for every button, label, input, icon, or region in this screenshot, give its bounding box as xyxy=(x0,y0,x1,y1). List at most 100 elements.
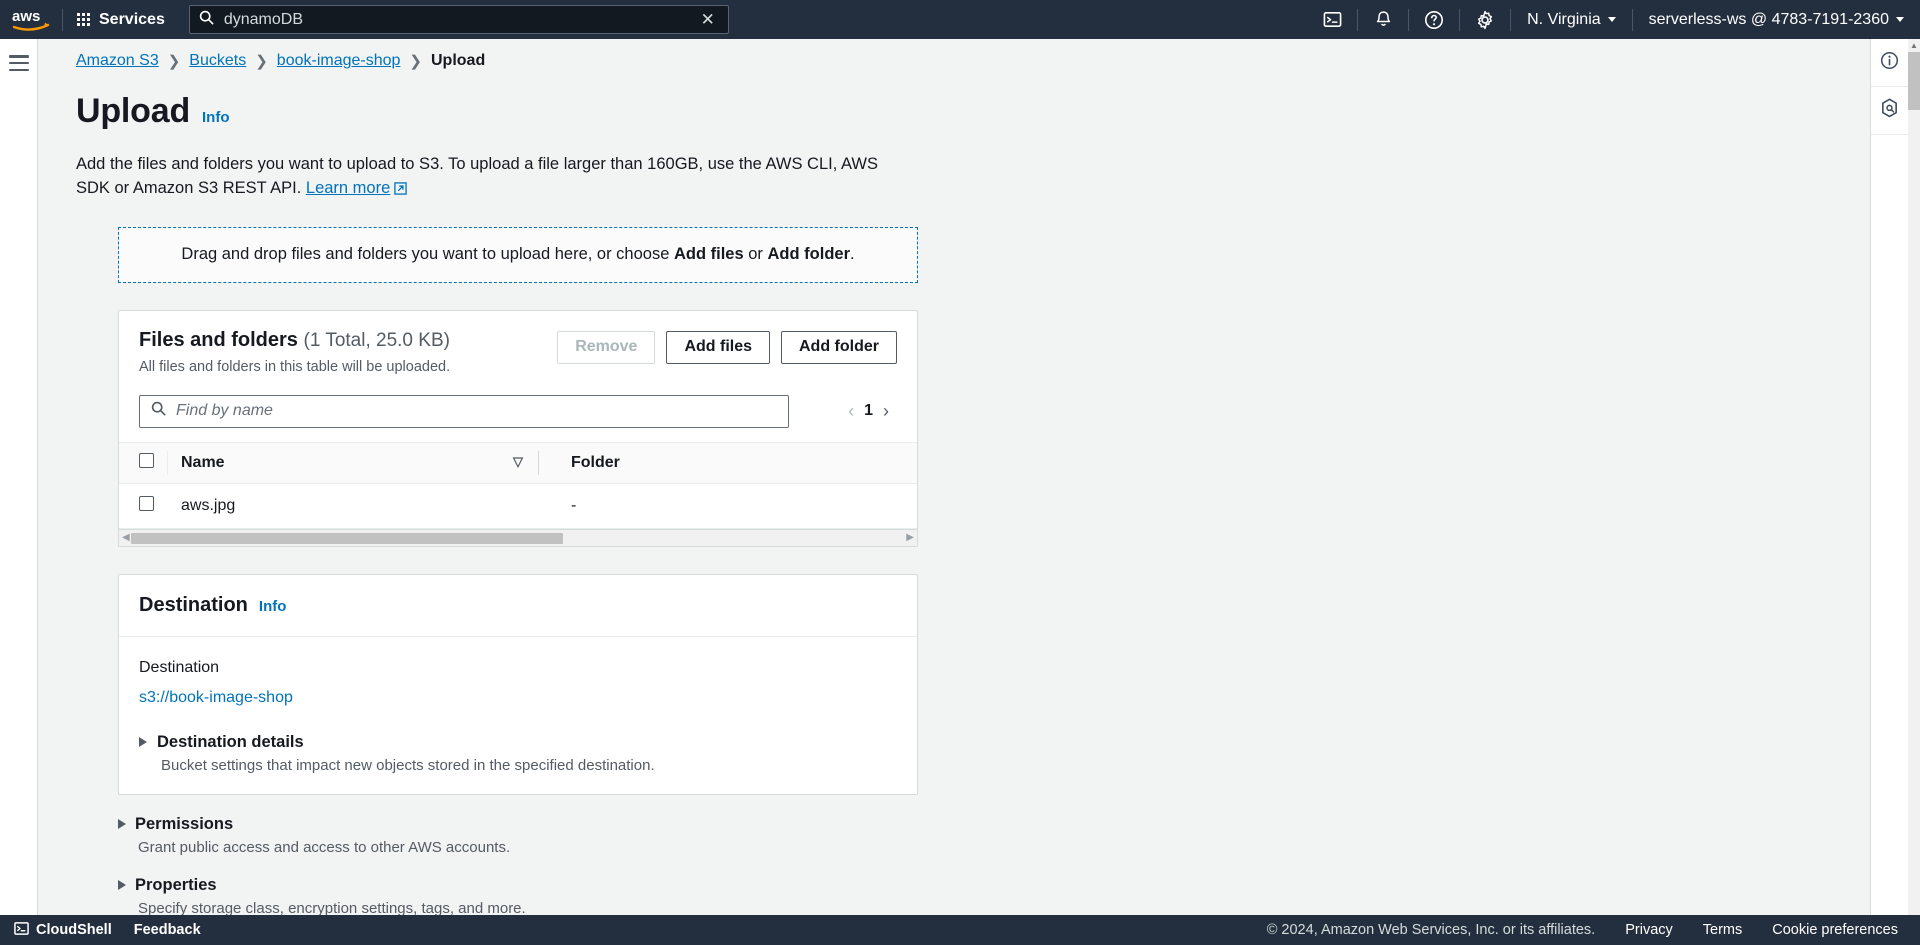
search-icon xyxy=(151,401,166,421)
breadcrumb-item-current: Upload xyxy=(431,52,486,69)
cloudshell-icon[interactable] xyxy=(1307,0,1357,39)
pagination-page-number[interactable]: 1 xyxy=(864,402,873,420)
page-description-text: Add the files and folders you want to up… xyxy=(76,155,878,197)
destination-details-toggle[interactable]: Destination details xyxy=(139,733,897,752)
global-search-box[interactable]: dynamoDB ✕ xyxy=(188,5,729,34)
right-rail xyxy=(1870,39,1908,927)
destination-uri-link[interactable]: s3://book-image-shop xyxy=(139,689,293,707)
account-selector[interactable]: serverless-ws @ 4783-7191-2360 xyxy=(1633,0,1920,39)
permissions-toggle[interactable]: Permissions xyxy=(118,815,918,834)
chevron-right-icon xyxy=(139,737,147,748)
header-divider xyxy=(167,450,168,475)
left-rail xyxy=(0,39,38,927)
sidebar-toggle-button[interactable] xyxy=(9,55,29,71)
sort-descending-icon[interactable]: ▽ xyxy=(513,454,523,470)
hamburger-bar xyxy=(9,55,29,58)
table-header-row: Name ▽ Folder xyxy=(119,441,917,484)
dropzone-text-before: Drag and drop files and folders you want… xyxy=(181,245,674,264)
row-select-cell xyxy=(119,483,167,529)
dropzone-text-mid: or xyxy=(743,245,768,264)
terms-link[interactable]: Terms xyxy=(1703,922,1742,938)
services-menu-button[interactable]: Services xyxy=(63,0,179,39)
top-nav-right-group: N. Virginia serverless-ws @ 4783-7191-23… xyxy=(1307,0,1920,39)
permissions-section: Permissions Grant public access and acce… xyxy=(118,815,918,856)
chevron-down-icon xyxy=(1896,17,1904,22)
properties-toggle[interactable]: Properties xyxy=(118,876,918,895)
files-card-title: Files and folders xyxy=(139,328,298,351)
cookie-preferences-link[interactable]: Cookie preferences xyxy=(1772,922,1898,938)
destination-card: Destination Info Destination s3://book-i… xyxy=(118,573,918,795)
files-card-subtitle: All files and folders in this table will… xyxy=(139,358,451,375)
table-row[interactable]: aws.jpg - xyxy=(119,483,917,529)
breadcrumb-item-amazon-s3[interactable]: Amazon S3 xyxy=(76,52,159,70)
info-panel-button[interactable] xyxy=(1871,39,1908,87)
files-card-actions: Remove Add files Add folder xyxy=(557,329,897,364)
services-label: Services xyxy=(99,10,165,28)
chevron-down-icon xyxy=(1607,17,1616,22)
scroll-up-arrow-icon[interactable]: ▲ xyxy=(1908,39,1920,52)
destination-card-header: Destination Info xyxy=(119,575,917,637)
hexagon-settings-icon xyxy=(1880,98,1899,123)
question-icon[interactable] xyxy=(1409,0,1459,39)
cloudshell-icon xyxy=(14,921,29,940)
breadcrumb-item-bucket[interactable]: book-image-shop xyxy=(277,52,401,70)
page-title: Upload xyxy=(76,92,191,130)
files-table-head: Name ▽ Folder xyxy=(119,441,917,484)
main-content: Amazon S3 ❯ Buckets ❯ book-image-shop ❯ … xyxy=(38,39,1881,927)
hamburger-bar xyxy=(9,68,29,71)
dropzone-text-after: . xyxy=(850,245,855,264)
column-header-name[interactable]: Name ▽ xyxy=(167,441,557,484)
cloudshell-button[interactable]: CloudShell xyxy=(14,921,112,940)
select-all-checkbox[interactable] xyxy=(139,452,154,468)
files-card-header: Files and folders (1 Total, 25.0 KB) All… xyxy=(119,311,917,389)
upload-dropzone[interactable]: Drag and drop files and folders you want… xyxy=(118,226,918,283)
svg-text:aws: aws xyxy=(12,8,40,25)
column-header-folder-label: Folder xyxy=(571,453,620,471)
add-folder-button[interactable]: Add folder xyxy=(781,330,897,364)
destination-details-title: Destination details xyxy=(157,732,304,751)
settings-panel-button[interactable] xyxy=(1871,87,1908,135)
pagination-prev-icon[interactable]: ‹ xyxy=(848,401,854,422)
page-scrollbar-thumb[interactable] xyxy=(1908,52,1920,110)
region-selector[interactable]: N. Virginia xyxy=(1511,0,1632,39)
search-icon xyxy=(199,10,214,30)
breadcrumb-item-buckets[interactable]: Buckets xyxy=(189,52,246,70)
page-info-link[interactable]: Info xyxy=(202,109,230,126)
files-table-body: aws.jpg - xyxy=(119,483,917,529)
feedback-button[interactable]: Feedback xyxy=(134,922,201,938)
scrollbar-thumb[interactable] xyxy=(131,532,563,544)
destination-info-link[interactable]: Info xyxy=(259,598,287,615)
copyright-text: © 2024, Amazon Web Services, Inc. or its… xyxy=(1266,922,1596,938)
region-label: N. Virginia xyxy=(1527,10,1601,28)
scroll-right-arrow-icon[interactable]: ▶ xyxy=(906,532,914,543)
search-clear-icon[interactable]: ✕ xyxy=(697,11,719,28)
add-files-button[interactable]: Add files xyxy=(666,330,770,364)
properties-section: Properties Specify storage class, encryp… xyxy=(118,876,918,917)
remove-button[interactable]: Remove xyxy=(557,330,656,364)
scroll-left-arrow-icon[interactable]: ◀ xyxy=(122,532,130,543)
breadcrumb-separator: ❯ xyxy=(167,53,181,70)
aws-logo[interactable]: aws xyxy=(0,0,62,39)
pagination-next-icon[interactable]: › xyxy=(883,401,889,422)
cell-folder: - xyxy=(557,483,917,529)
page-scrollbar[interactable]: ▲ ▼ xyxy=(1908,39,1920,927)
table-horizontal-scrollbar[interactable]: ◀ ▶ xyxy=(119,528,917,546)
bell-icon[interactable] xyxy=(1358,0,1408,39)
scrollbar-track[interactable] xyxy=(131,532,905,544)
column-header-folder[interactable]: Folder xyxy=(557,441,917,484)
global-search-input[interactable]: dynamoDB xyxy=(224,11,687,29)
gear-icon[interactable] xyxy=(1460,0,1510,39)
files-card-count: (1 Total, 25.0 KB) xyxy=(303,329,450,351)
chevron-right-icon xyxy=(118,880,126,891)
files-table: Name ▽ Folder aws.jpg - xyxy=(119,441,917,529)
learn-more-link[interactable]: Learn more xyxy=(306,179,390,197)
hamburger-bar xyxy=(9,61,29,65)
row-checkbox[interactable] xyxy=(139,495,154,511)
find-by-name-input[interactable]: Find by name xyxy=(139,394,789,428)
privacy-link[interactable]: Privacy xyxy=(1625,922,1673,938)
files-and-folders-card: Files and folders (1 Total, 25.0 KB) All… xyxy=(118,309,918,547)
destination-details-description: Bucket settings that impact new objects … xyxy=(161,756,655,774)
properties-title: Properties xyxy=(135,875,217,894)
grid-icon xyxy=(77,13,90,26)
external-link-icon xyxy=(394,179,408,203)
